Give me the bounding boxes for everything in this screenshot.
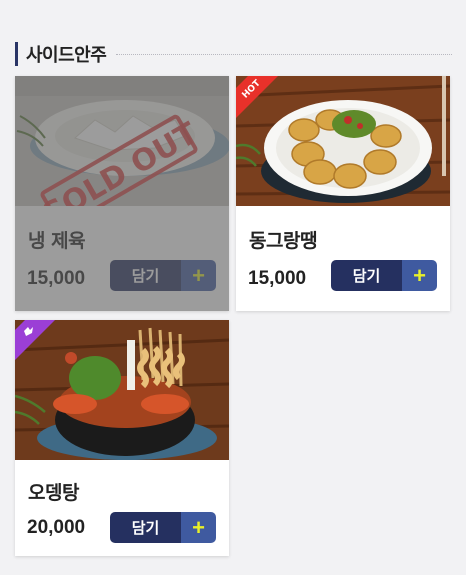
add-label: 담기	[110, 512, 181, 543]
add-to-cart-button[interactable]: 담기 +	[110, 512, 216, 543]
product-image: HOT	[236, 76, 450, 206]
new-badge	[15, 320, 55, 360]
product-price: 15,000	[27, 268, 86, 289]
product-name: 냉 제육	[28, 230, 86, 252]
plus-icon: +	[402, 260, 437, 291]
product-price: 20,000	[27, 517, 86, 538]
plus-icon: +	[181, 512, 216, 543]
add-label: 담기	[331, 260, 402, 291]
product-card-donggeurangttaeng[interactable]: HOT 동그랑땡 15,000 담기 +	[236, 76, 450, 311]
product-name: 동그랑땡	[249, 230, 317, 252]
section-divider	[116, 53, 452, 55]
product-card-odengtang[interactable]: 오뎅탕 20,000 담기 +	[15, 320, 229, 556]
add-to-cart-button[interactable]: 담기 +	[110, 260, 216, 291]
section-accent-bar	[15, 42, 18, 66]
add-label: 담기	[110, 260, 181, 291]
product-name: 오뎅탕	[28, 482, 79, 504]
section-title: 사이드안주	[26, 45, 107, 66]
plus-icon: +	[181, 260, 216, 291]
product-card-jeyuk[interactable]: SOLD OUT 냉 제육 15,000 담기 +	[15, 76, 229, 311]
product-price: 15,000	[248, 268, 307, 289]
product-image	[15, 320, 229, 460]
add-to-cart-button[interactable]: 담기 +	[331, 260, 437, 291]
product-image: SOLD OUT	[15, 76, 229, 206]
hot-badge: HOT	[236, 76, 278, 118]
section-header: 사이드안주	[15, 40, 452, 68]
